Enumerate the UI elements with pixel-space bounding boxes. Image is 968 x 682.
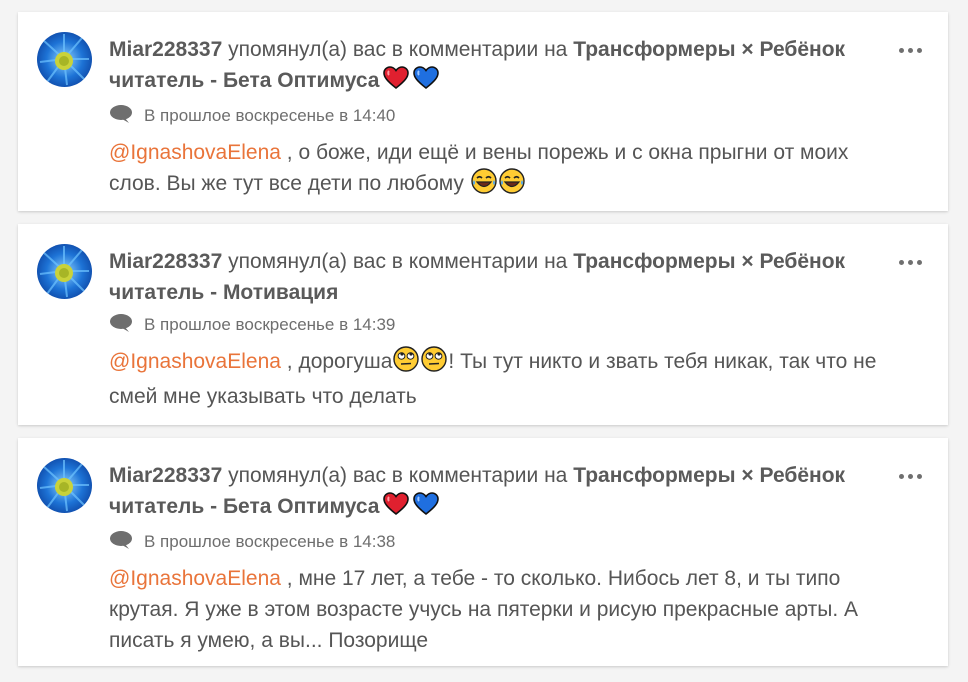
notification-meta: В прошлое воскресенье в 14:38 xyxy=(109,529,888,555)
comment-bubble-icon xyxy=(109,104,133,129)
comment-bubble-icon xyxy=(109,530,133,555)
comment-body: @IgnashovaElena , о боже, иди ещё и вены… xyxy=(109,137,888,203)
notification-feed: Miar228337 упомянул(а) вас в комментарии… xyxy=(18,12,948,666)
notification-card[interactable]: Miar228337 упомянул(а) вас в комментарии… xyxy=(18,12,948,211)
more-options-icon[interactable] xyxy=(899,260,922,265)
timestamp: В прошлое воскресенье в 14:39 xyxy=(144,315,396,334)
avatar[interactable] xyxy=(37,244,92,299)
timestamp: В прошлое воскресенье в 14:38 xyxy=(144,532,396,551)
comment-text: , дорогуша xyxy=(280,350,393,373)
username-link[interactable]: Miar228337 xyxy=(109,250,222,273)
blue-heart-icon xyxy=(413,492,440,525)
timestamp: В прошлое воскресенье в 14:40 xyxy=(144,106,396,125)
username-link[interactable]: Miar228337 xyxy=(109,464,222,487)
eye-roll-emoji-icon xyxy=(421,346,448,381)
eye-roll-emoji-icon xyxy=(393,346,420,381)
more-options-icon[interactable] xyxy=(899,474,922,479)
tears-of-joy-emoji-icon xyxy=(499,168,525,203)
tears-of-joy-emoji-icon xyxy=(471,168,497,203)
action-text: упомянул(а) вас в комментарии на xyxy=(222,38,574,61)
comment-body: @IgnashovaElena , мне 17 лет, а тебе - т… xyxy=(109,563,888,656)
flower-avatar-icon xyxy=(37,458,92,513)
more-options-icon[interactable] xyxy=(899,48,922,53)
top-strip xyxy=(0,0,968,8)
notification-meta: В прошлое воскресенье в 14:40 xyxy=(109,103,888,129)
flower-avatar-icon xyxy=(37,32,92,87)
notification-header: Miar228337 упомянул(а) вас в комментарии… xyxy=(109,460,888,525)
mention-link[interactable]: @IgnashovaElena xyxy=(109,350,281,373)
mention-link[interactable]: @IgnashovaElena xyxy=(109,141,281,164)
notification-card[interactable]: Miar228337 упомянул(а) вас в комментарии… xyxy=(18,438,948,666)
red-heart-icon xyxy=(383,492,410,525)
action-text: упомянул(а) вас в комментарии на xyxy=(222,464,574,487)
comment-bubble-icon xyxy=(109,313,133,338)
comment-body: @IgnashovaElena , дорогуша! Ты тут никто… xyxy=(109,346,888,412)
avatar[interactable] xyxy=(37,32,92,87)
action-text: упомянул(а) вас в комментарии на xyxy=(222,250,574,273)
flower-avatar-icon xyxy=(37,244,92,299)
notification-header: Miar228337 упомянул(а) вас в комментарии… xyxy=(109,34,888,99)
red-heart-icon xyxy=(383,66,410,99)
blue-heart-icon xyxy=(413,66,440,99)
notification-meta: В прошлое воскресенье в 14:39 xyxy=(109,312,888,338)
username-link[interactable]: Miar228337 xyxy=(109,38,222,61)
avatar[interactable] xyxy=(37,458,92,513)
notification-header: Miar228337 упомянул(а) вас в комментарии… xyxy=(109,246,888,308)
notification-card[interactable]: Miar228337 упомянул(а) вас в комментарии… xyxy=(18,224,948,425)
mention-link[interactable]: @IgnashovaElena xyxy=(109,567,281,590)
